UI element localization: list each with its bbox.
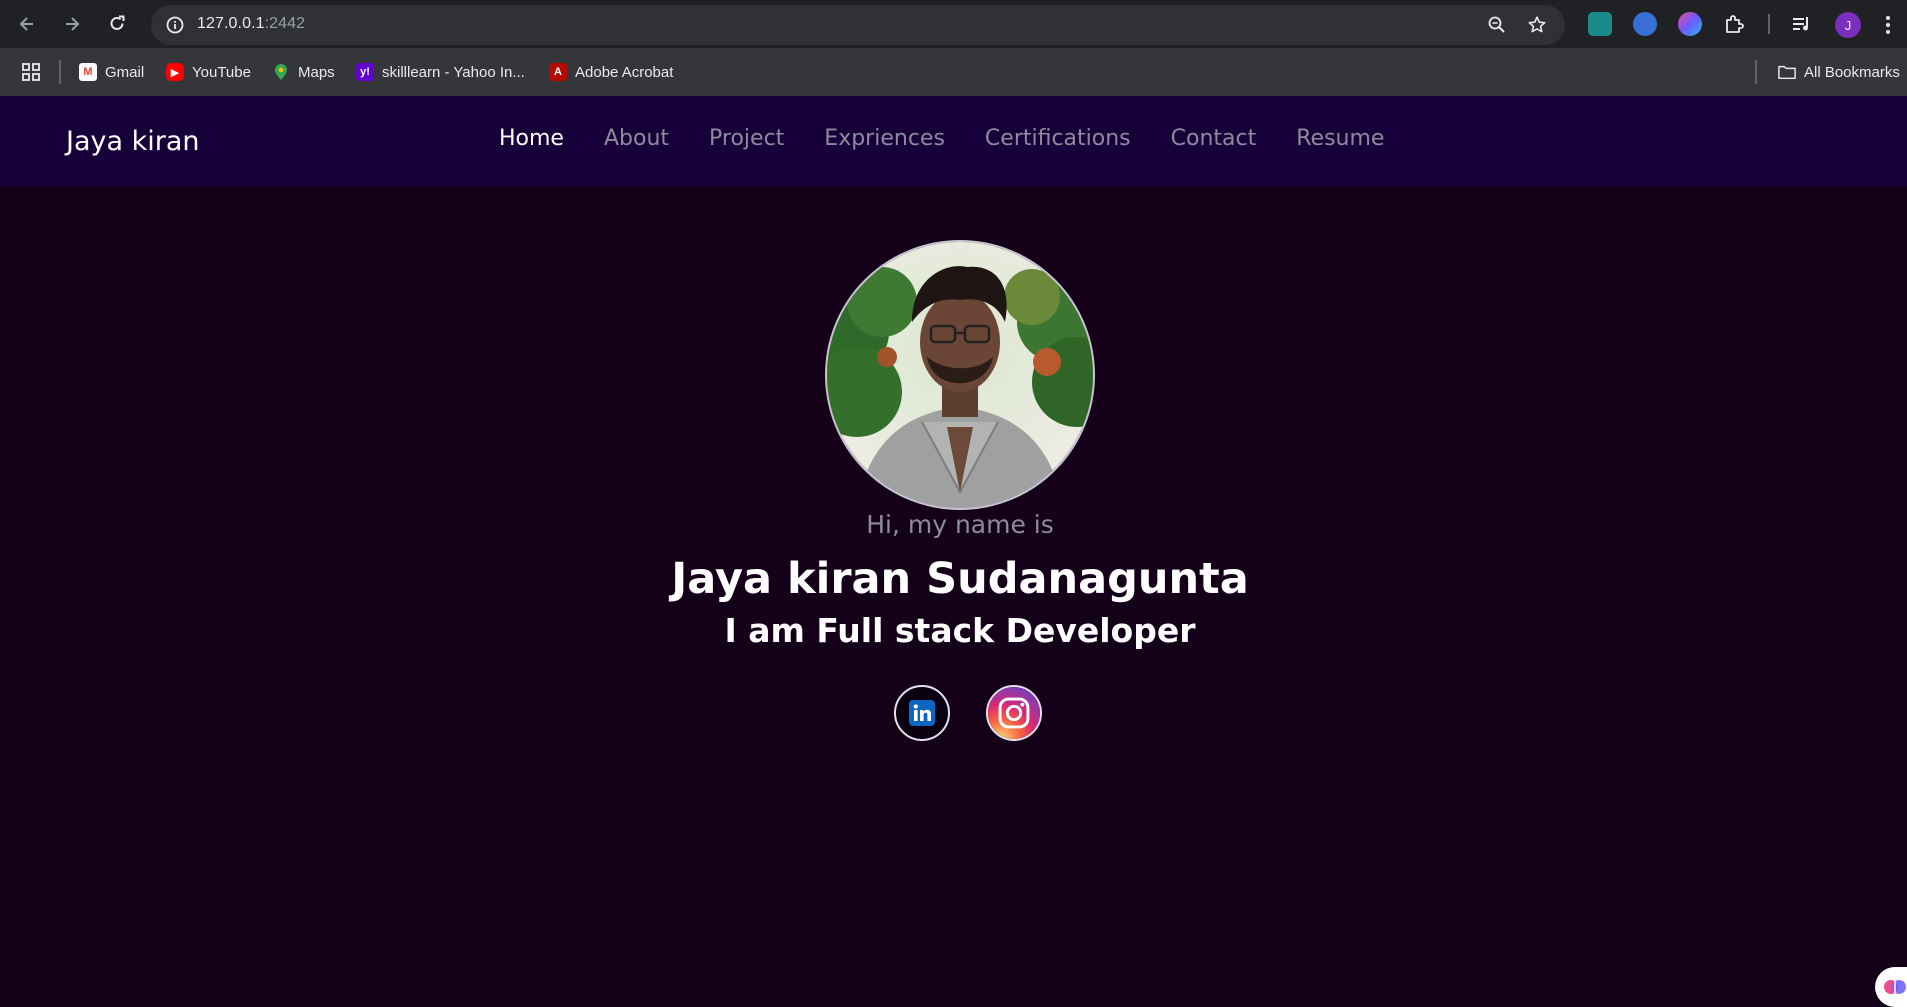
bookmarks-bar: M Gmail ▶ YouTube Maps y! skilllearn - Y…: [0, 48, 1907, 96]
extension-translate-icon[interactable]: [1588, 12, 1612, 36]
arrow-left-icon: [19, 17, 33, 31]
floating-assistant-button[interactable]: [1875, 967, 1907, 1007]
menu-certifications[interactable]: Certifications: [985, 126, 1131, 151]
reload-button[interactable]: [103, 10, 131, 38]
youtube-icon: ▶: [166, 63, 184, 81]
all-bookmarks-folder[interactable]: All Bookmarks: [1778, 61, 1900, 83]
bookmarks-divider-right: [1755, 60, 1757, 84]
apps-icon[interactable]: [22, 61, 40, 83]
bookmark-label: Gmail: [105, 63, 145, 81]
yahoo-icon: y!: [356, 63, 374, 81]
gmail-icon: M: [79, 63, 97, 81]
menu-about[interactable]: About: [604, 126, 669, 151]
site-brand[interactable]: Jaya kiran: [66, 126, 200, 157]
site-menu: Home About Project Expriences Certificat…: [499, 126, 1424, 151]
instagram-link[interactable]: [986, 685, 1042, 741]
bookmark-youtube[interactable]: ▶ YouTube: [166, 61, 251, 83]
menu-experiences[interactable]: Expriences: [824, 126, 945, 151]
extension-brain-icon[interactable]: [1678, 12, 1702, 36]
arrow-right-icon: [66, 17, 80, 31]
bookmark-yahoo[interactable]: y! skilllearn - Yahoo In...: [356, 61, 525, 83]
bookmark-label: YouTube: [192, 63, 251, 81]
all-bookmarks-label: All Bookmarks: [1804, 63, 1900, 81]
instagram-icon: [988, 687, 1040, 739]
site-navbar: Jaya kiran Home About Project Expriences…: [0, 96, 1907, 186]
greeting-text: Hi, my name is: [866, 510, 1054, 539]
url-text[interactable]: 127.0.0.1:2442: [197, 15, 305, 33]
address-bar[interactable]: 127.0.0.1:2442: [151, 5, 1565, 45]
menu-contact[interactable]: Contact: [1171, 126, 1257, 151]
url-host: 127.0.0.1: [197, 15, 265, 32]
bookmark-acrobat[interactable]: A Adobe Acrobat: [549, 61, 673, 83]
profile-photo: [825, 240, 1095, 510]
menu-home[interactable]: Home: [499, 126, 564, 151]
bookmarks-divider: [59, 60, 61, 84]
back-button[interactable]: [13, 10, 41, 38]
bookmark-gmail[interactable]: M Gmail: [79, 61, 144, 83]
brain-icon: [1884, 980, 1906, 994]
acrobat-icon: A: [549, 63, 567, 81]
bookmark-label: Adobe Acrobat: [575, 63, 674, 81]
maps-icon: [272, 63, 290, 81]
folder-icon: [1778, 63, 1796, 81]
profile-avatar[interactable]: J: [1835, 12, 1861, 38]
media-controls-icon[interactable]: [1790, 12, 1814, 36]
full-name-heading: Jaya kiran Sudanagunta: [671, 554, 1249, 604]
zoom-icon[interactable]: [1487, 15, 1507, 35]
linkedin-link[interactable]: [894, 685, 950, 741]
role-heading: I am Full stack Developer: [724, 611, 1196, 650]
portfolio-page: Jaya kiran Home About Project Expriences…: [0, 96, 1907, 1007]
bookmark-star-icon[interactable]: [1527, 15, 1547, 35]
site-info-icon[interactable]: [165, 15, 185, 35]
menu-resume[interactable]: Resume: [1296, 126, 1384, 151]
forward-button[interactable]: [58, 10, 86, 38]
menu-project[interactable]: Project: [709, 126, 784, 151]
extension-bird-icon[interactable]: [1633, 12, 1657, 36]
browser-toolbar: 127.0.0.1:2442 J: [0, 0, 1907, 48]
bookmark-label: skilllearn - Yahoo In...: [382, 63, 525, 81]
linkedin-icon: [909, 700, 935, 726]
toolbar-divider: [1768, 14, 1770, 34]
extensions-puzzle-icon[interactable]: [1723, 12, 1747, 36]
bookmark-label: Maps: [298, 63, 335, 81]
bookmark-maps[interactable]: Maps: [272, 61, 335, 83]
browser-menu-icon[interactable]: [1878, 14, 1898, 36]
reload-icon: [110, 15, 125, 30]
url-port: :2442: [264, 15, 306, 32]
